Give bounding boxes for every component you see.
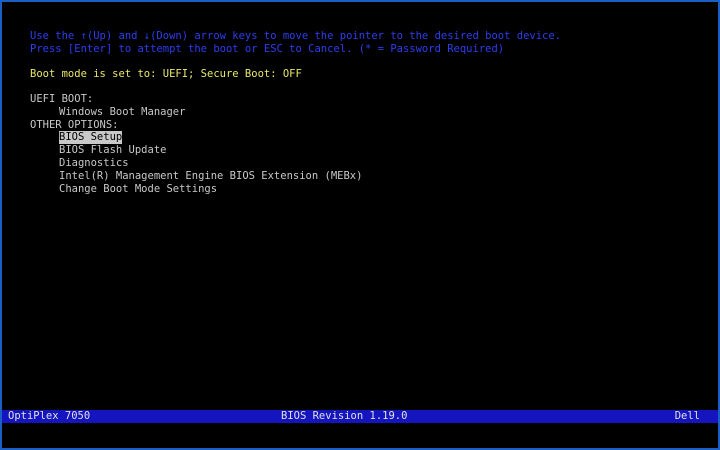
option-change-boot-mode[interactable]: Change Boot Mode Settings (59, 183, 217, 196)
option-mebx[interactable]: Intel(R) Management Engine BIOS Extensio… (59, 170, 362, 183)
model-name: OptiPlex 7050 (8, 410, 91, 422)
vendor-name: Dell (674, 410, 700, 422)
option-bios-setup[interactable]: BIOS Setup (59, 131, 123, 144)
uefi-boot-header: UEFI BOOT: (30, 93, 94, 105)
instruction-line-1: Use the ↑(Up) and ↓(Down) arrow keys to … (30, 30, 562, 42)
boot-mode-status: Boot mode is set to: UEFI; Secure Boot: … (30, 68, 302, 80)
option-bios-flash-update[interactable]: BIOS Flash Update (59, 144, 166, 157)
bios-revision: BIOS Revision 1.19.0 (281, 410, 408, 422)
option-diagnostics[interactable]: Diagnostics (59, 157, 129, 170)
instruction-line-2: Press [Enter] to attempt the boot or ESC… (30, 43, 505, 55)
status-bar: OptiPlex 7050 BIOS Revision 1.19.0 Dell (2, 410, 718, 423)
boot-menu-screen: Use the ↑(Up) and ↓(Down) arrow keys to … (0, 0, 720, 450)
boot-item-windows-boot-manager[interactable]: Windows Boot Manager (59, 106, 185, 119)
